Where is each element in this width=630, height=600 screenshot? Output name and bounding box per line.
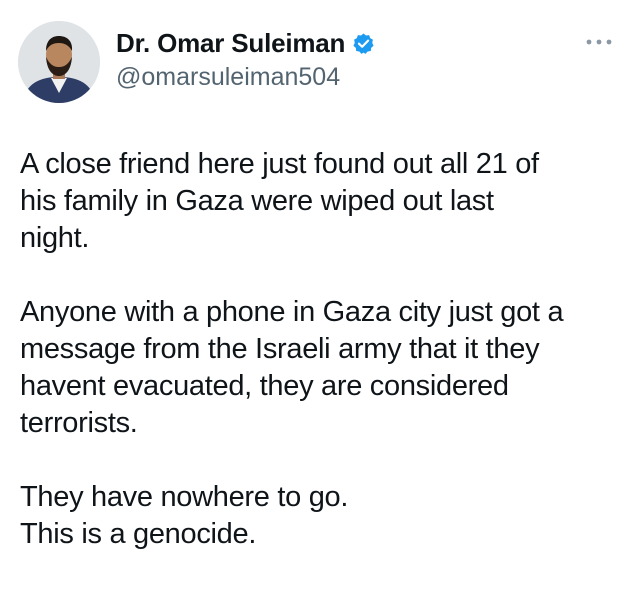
tweet-line: night. [20,222,90,254]
tweet-line: Anyone with a phone in Gaza city just go… [20,296,564,328]
tweet-paragraph: A close friend here just found out all 2… [20,146,620,257]
tweet-line: havent evacuated, they are considered [20,370,509,402]
author-handle[interactable]: @omarsuleiman504 [116,63,340,92]
verified-badge-icon [352,32,375,55]
tweet-line: terrorists. [20,407,138,439]
tweet-line: his family in Gaza were wiped out last [20,185,494,217]
tweet-line: message from the Israeli army that it th… [20,333,540,365]
tweet-line: This is a genocide. [20,518,257,550]
tweet-paragraph: They have nowhere to go. This is a genoc… [20,479,620,553]
tweet-line: A close friend here just found out all 2… [20,148,539,180]
tweet-paragraph: Anyone with a phone in Gaza city just go… [20,294,620,442]
more-options-icon[interactable] [582,30,616,54]
tweet-text: A close friend here just found out all 2… [20,146,620,553]
tweet-card: Dr. Omar Suleiman @omarsuleiman504 A clo… [0,0,630,600]
author-display-name[interactable]: Dr. Omar Suleiman [116,28,345,59]
tweet-line: They have nowhere to go. [20,481,349,513]
profile-photo [18,21,100,103]
author-name-row: Dr. Omar Suleiman [116,28,375,59]
avatar[interactable] [18,21,100,103]
